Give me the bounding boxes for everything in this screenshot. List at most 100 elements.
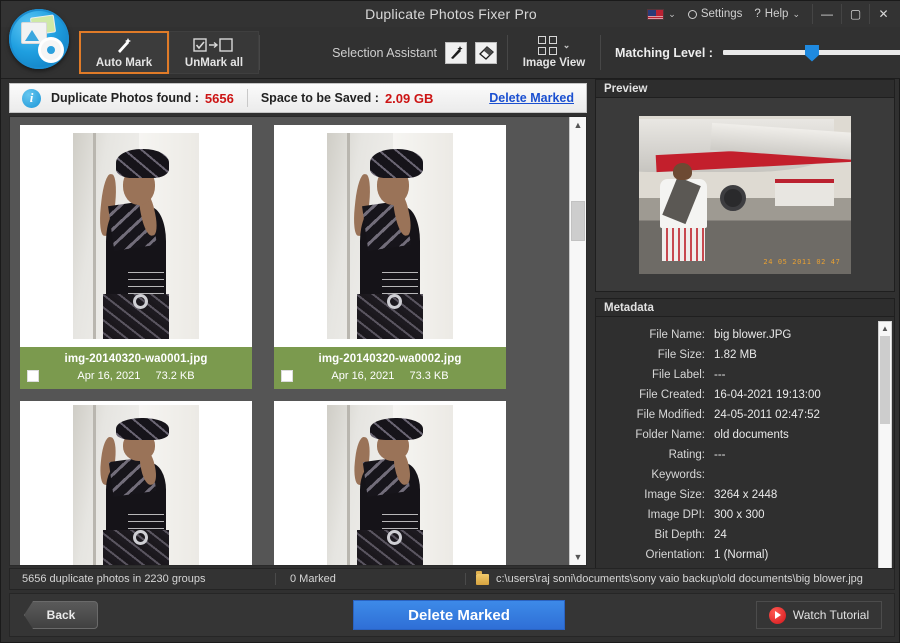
metadata-row: Image Size: 3264 x 2448 (596, 485, 894, 505)
metadata-value: 1 (Normal) (714, 549, 769, 561)
metadata-value: --- (714, 449, 726, 461)
metadata-key: Folder Name: (635, 429, 705, 441)
magic-wand-icon (115, 36, 133, 54)
photo-card[interactable]: img-20140320-wa0002.jpg Apr 16, 2021 73.… (274, 125, 506, 389)
us-flag-icon (647, 8, 665, 20)
metadata-panel: File Name: big blower.JPG File Size: 1.82 … (595, 316, 895, 588)
title-bar-right-controls: ⌄ Settings ? Help ⌄ — ▢ ✕ (641, 1, 897, 27)
photo-card[interactable] (20, 401, 252, 565)
selection-assistant-group: Selection Assistant (260, 27, 507, 78)
scroll-up-arrow[interactable]: ▲ (879, 322, 891, 335)
duplicates-grid-panel: img-20140320-wa0001.jpg Apr 16, 2021 73.… (9, 116, 587, 566)
folder-icon (476, 570, 489, 585)
photo-thumbnail[interactable] (274, 401, 506, 565)
image-view-button[interactable]: ⌄ Image View (508, 27, 600, 78)
scroll-up-arrow[interactable]: ▲ (570, 117, 586, 133)
unmark-all-button[interactable]: UnMark all (169, 31, 259, 74)
matching-level-slider[interactable] (722, 44, 900, 62)
metadata-key: Image DPI: (647, 509, 705, 521)
scrollbar-thumb[interactable] (571, 201, 585, 241)
metadata-row: Keywords: (596, 465, 894, 485)
delete-marked-link[interactable]: Delete Marked (489, 91, 574, 105)
metadata-row: File Modified: 24-05-2011 02:47:52 (596, 405, 894, 425)
metadata-key: File Created: (639, 389, 705, 401)
preview-timestamp: 24 05 2011 02 47 (763, 257, 841, 266)
photo-date: Apr 16, 2021 (331, 370, 395, 382)
chevron-down-icon: ⌄ (668, 8, 676, 19)
watch-tutorial-label: Watch Tutorial (792, 608, 870, 622)
language-selector[interactable]: ⌄ (641, 4, 682, 24)
selection-wand-button[interactable] (445, 41, 467, 64)
question-mark-icon: ? (754, 8, 761, 20)
metadata-value: big blower.JPG (714, 329, 792, 341)
metadata-key: Image Size: (644, 489, 705, 501)
main-toolbar: Auto Mark UnMark all Selection Assistant (1, 27, 900, 79)
metadata-key: File Label: (651, 369, 705, 381)
status-marked-text: 0 Marked (275, 573, 465, 585)
gear-icon (687, 9, 697, 19)
thumbnail-image (73, 405, 199, 565)
chevron-down-icon: ⌄ (562, 40, 571, 50)
photo-card[interactable] (274, 401, 506, 565)
metadata-value: old documents (714, 429, 789, 441)
metadata-key: File Modified: (636, 409, 705, 421)
metadata-row: File Created: 16-04-2021 19:13:00 (596, 385, 894, 405)
settings-label: Settings (700, 8, 743, 20)
duplicates-grid: img-20140320-wa0001.jpg Apr 16, 2021 73.… (10, 117, 570, 565)
metadata-scrollbar[interactable]: ▲ ▼ (878, 321, 892, 583)
metadata-row: Orientation: 1 (Normal) (596, 545, 894, 565)
preview-header: Preview (595, 79, 895, 97)
watch-tutorial-button[interactable]: Watch Tutorial (756, 601, 882, 629)
photo-card[interactable]: img-20140320-wa0001.jpg Apr 16, 2021 73.… (20, 125, 252, 389)
thumbnail-image (327, 133, 453, 339)
photo-meta: Apr 16, 2021 73.3 KB (280, 370, 500, 382)
photo-size: 73.2 KB (155, 370, 195, 382)
selection-eraser-button[interactable] (475, 41, 497, 64)
thumbnail-image (73, 133, 199, 339)
metadata-row: File Size: 1.82 MB (596, 345, 894, 365)
close-button[interactable]: ✕ (869, 4, 897, 24)
metadata-row: File Name: big blower.JPG (596, 325, 894, 345)
minimize-button[interactable]: — (813, 4, 841, 24)
photo-thumbnail[interactable] (20, 401, 252, 565)
info-bar: i Duplicate Photos found : 5656 Space to… (9, 83, 587, 113)
right-panel: Preview 24 05 2011 02 47 Metadata File N… (595, 79, 895, 588)
delete-marked-button[interactable]: Delete Marked (353, 600, 565, 630)
unmark-all-label: UnMark all (184, 57, 244, 69)
photo-thumbnail[interactable] (20, 125, 252, 347)
status-bar: 5656 duplicate photos in 2230 groups 0 M… (9, 568, 895, 590)
back-button[interactable]: Back (24, 601, 98, 629)
photo-select-checkbox[interactable] (281, 370, 293, 382)
grid-view-icon (537, 36, 557, 55)
preview-image-container: 24 05 2011 02 47 (595, 97, 895, 292)
wand-icon (450, 45, 463, 59)
scroll-down-arrow[interactable]: ▼ (570, 549, 586, 565)
status-path-cell: c:\users\raj soni\documents\sony vaio ba… (465, 570, 894, 585)
metadata-key: Keywords: (651, 469, 705, 481)
metadata-value: 24 (714, 529, 727, 541)
image-view-label: Image View (522, 57, 586, 69)
maximize-button[interactable]: ▢ (841, 4, 869, 24)
title-bar: Duplicate Photos Fixer Pro ⌄ Settings ? … (1, 1, 900, 27)
duplicates-found-value: 5656 (204, 90, 234, 106)
metadata-key: Rating: (668, 449, 705, 461)
duplicates-found-label: Duplicate Photos found : (51, 91, 199, 105)
photo-card-label: img-20140320-wa0002.jpg Apr 16, 2021 73.… (274, 347, 506, 389)
chevron-down-icon: ⌄ (792, 8, 800, 19)
grid-scrollbar[interactable]: ▲ ▼ (569, 117, 586, 565)
metadata-value: 3264 x 2448 (714, 489, 778, 501)
status-path-text: c:\users\raj soni\documents\sony vaio ba… (496, 573, 863, 585)
photo-thumbnail[interactable] (274, 125, 506, 347)
photo-select-checkbox[interactable] (27, 370, 39, 382)
metadata-value: --- (714, 369, 726, 381)
space-saved-label: Space to be Saved : (260, 91, 379, 105)
help-menu[interactable]: ? Help ⌄ (748, 4, 806, 24)
divider (246, 89, 248, 107)
selection-assistant-label: Selection Assistant (332, 45, 437, 60)
slider-handle[interactable] (804, 44, 819, 62)
photo-meta: Apr 16, 2021 73.2 KB (26, 370, 246, 382)
scrollbar-thumb[interactable] (880, 336, 890, 424)
auto-mark-button[interactable]: Auto Mark (79, 31, 169, 74)
metadata-row: File Label: --- (596, 365, 894, 385)
settings-menu[interactable]: Settings (682, 4, 749, 24)
